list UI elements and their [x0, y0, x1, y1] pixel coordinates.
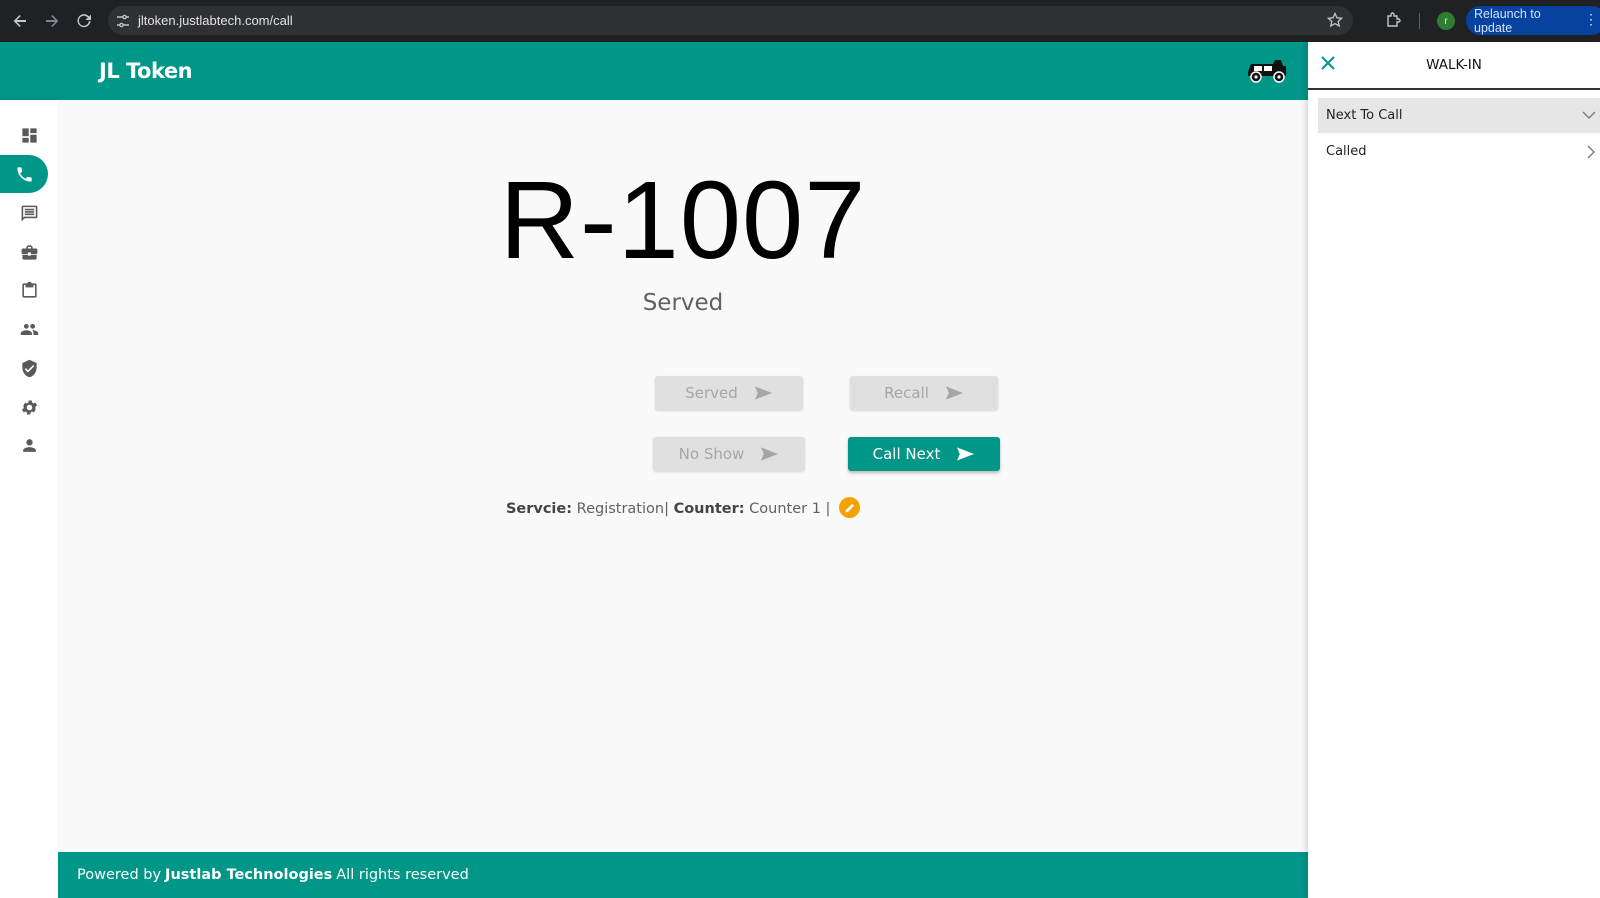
extensions-icon[interactable] [1385, 11, 1403, 34]
briefcase-icon [21, 244, 37, 260]
url-text: jltoken.justlabtech.com/call [138, 13, 293, 28]
sidebar-item-services[interactable] [0, 233, 58, 271]
send-icon [945, 386, 963, 400]
next-to-call-label: Next To Call [1326, 108, 1403, 123]
browser-toolbar: jltoken.justlabtech.com/call r Relaunch … [0, 0, 1600, 42]
token-status: Served [642, 290, 724, 316]
sidebar-item-settings[interactable] [0, 388, 58, 426]
site-settings-icon[interactable] [108, 14, 138, 28]
footer-company: Justlab Technologies [165, 867, 333, 883]
drawer-header: WALK-IN [1308, 42, 1600, 90]
back-icon[interactable] [4, 5, 36, 37]
recall-button[interactable]: Recall [850, 376, 998, 410]
sidebar-item-dashboard[interactable] [0, 116, 58, 154]
send-icon [957, 447, 975, 461]
message-icon [21, 205, 37, 221]
toolbar-divider [1419, 13, 1420, 29]
footer: Powered by Justlab Technologies All righ… [58, 852, 1308, 898]
chevron-down-icon [1582, 109, 1596, 124]
token-number: R-1007 [499, 159, 867, 282]
sidebar [0, 100, 58, 898]
sidebar-item-profile[interactable] [0, 426, 58, 464]
counter-value: Counter 1 | [749, 501, 831, 517]
relaunch-button[interactable]: Relaunch to update ⋮ [1466, 6, 1600, 35]
sidebar-item-messages[interactable] [0, 194, 58, 232]
served-button-label: Served [685, 384, 738, 402]
app-brand: JL Token [99, 59, 193, 83]
people-icon [20, 323, 38, 335]
call-next-button[interactable]: Call Next [848, 437, 1000, 471]
sidebar-item-security[interactable] [0, 349, 58, 387]
walk-in-drawer: WALK-IN Next To Call Called [1308, 42, 1600, 898]
shield-icon [21, 359, 37, 377]
no-show-button-label: No Show [678, 445, 745, 463]
service-value: Registration| [576, 501, 669, 517]
address-bar[interactable]: jltoken.justlabtech.com/call [108, 6, 1353, 35]
edit-pencil-icon[interactable] [839, 497, 861, 518]
phone-icon [16, 166, 32, 182]
chevron-right-icon [1586, 145, 1596, 163]
reload-icon[interactable] [68, 5, 100, 37]
gear-icon [21, 400, 37, 414]
send-icon [754, 386, 772, 400]
called-label: Called [1326, 144, 1367, 159]
footer-suffix: All rights reserved [336, 867, 469, 883]
forward-icon[interactable] [36, 5, 68, 37]
call-next-button-label: Call Next [872, 445, 941, 463]
relaunch-label: Relaunch to update [1474, 6, 1541, 35]
sidebar-item-reports[interactable] [0, 271, 58, 309]
no-show-button[interactable]: No Show [653, 437, 805, 471]
more-menu-icon[interactable]: ⋮ [1584, 11, 1598, 28]
profile-avatar[interactable]: r [1437, 12, 1455, 30]
counter-label: Counter: [673, 501, 745, 517]
sidebar-item-users[interactable] [0, 310, 58, 348]
service-counter-info: Servcie: Registration| Counter: Counter … [58, 497, 1308, 518]
served-button[interactable]: Served [655, 376, 803, 410]
person-icon [22, 438, 36, 452]
bookmark-star-icon[interactable] [1326, 11, 1344, 33]
send-icon [761, 447, 779, 461]
app-header: JL Token [0, 42, 1308, 100]
footer-prefix: Powered by [77, 867, 162, 883]
sidebar-item-call[interactable] [0, 155, 48, 193]
clipboard-icon [21, 281, 37, 298]
jeep-logo-icon [1248, 60, 1286, 83]
call-panel: R-1007 Served Served Recall No Show Call… [58, 100, 1308, 852]
called-section[interactable]: Called [1318, 134, 1600, 169]
dashboard-icon [21, 127, 37, 143]
drawer-title: WALK-IN [1426, 57, 1482, 73]
recall-button-label: Recall [884, 384, 929, 402]
service-label: Servcie: [505, 501, 573, 517]
next-to-call-section[interactable]: Next To Call [1318, 98, 1600, 133]
